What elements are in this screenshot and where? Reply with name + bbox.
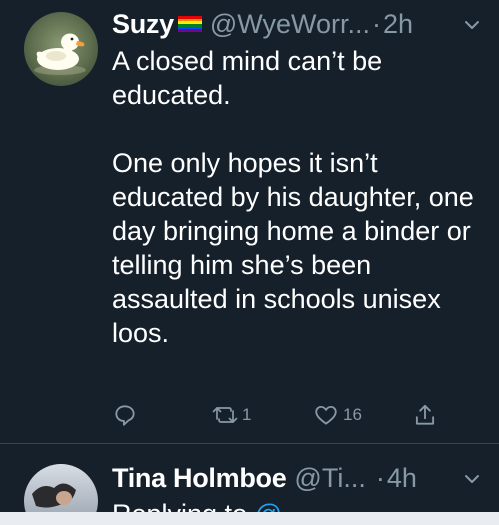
- tweet-card[interactable]: Tina Holmboe @Ti... · 4h Replying to @..…: [0, 444, 499, 512]
- reply-icon: [115, 405, 135, 426]
- rainbow-flag-emoji: [177, 16, 202, 32]
- retweet-count: 1: [242, 405, 252, 424]
- reply-mention-link[interactable]: @...: [255, 499, 305, 512]
- share-icon: [415, 404, 435, 425]
- reply-button[interactable]: [112, 398, 138, 432]
- tweet-paragraph: One only hopes it isn’t educated by his …: [112, 148, 474, 348]
- handle[interactable]: @Ti...: [294, 463, 365, 494]
- replying-to-line: Replying to @...: [112, 499, 305, 512]
- tweet-header: Tina Holmboe @Ti... · 4h: [112, 460, 483, 496]
- dot-separator: ·: [375, 462, 385, 493]
- avatar[interactable]: [24, 12, 98, 86]
- handle[interactable]: @WyeWorr...: [210, 9, 370, 40]
- display-name[interactable]: Tina Holmboe: [112, 463, 287, 494]
- chevron-down-icon[interactable]: [463, 470, 481, 488]
- retweet-button[interactable]: 1: [211, 398, 251, 432]
- timestamp[interactable]: 4h: [387, 463, 417, 494]
- tweet-header: Suzy @WyeWorr... · 2h: [112, 6, 483, 42]
- retweet-icon: [212, 407, 238, 423]
- tweet-actions: 1 16: [108, 398, 448, 432]
- like-button[interactable]: 16: [313, 398, 362, 432]
- display-name[interactable]: Suzy: [112, 9, 174, 40]
- tweet-text: A closed mind can’t be educated. One onl…: [112, 44, 485, 384]
- share-button[interactable]: [412, 398, 438, 432]
- replying-to-label: Replying to: [112, 499, 247, 512]
- avatar[interactable]: [24, 464, 98, 512]
- timeline: Suzy @WyeWorr... · 2h A closed mind can’…: [0, 0, 499, 512]
- like-count: 16: [343, 405, 362, 424]
- tweet-paragraph: A closed mind can’t be educated.: [112, 46, 383, 110]
- duck-avatar-image: [24, 12, 98, 86]
- heart-icon: [315, 405, 337, 425]
- timestamp[interactable]: 2h: [383, 9, 413, 40]
- tweet-card[interactable]: Suzy @WyeWorr... · 2h A closed mind can’…: [0, 0, 499, 443]
- dot-separator: ·: [372, 8, 382, 39]
- chevron-down-icon[interactable]: [463, 16, 481, 34]
- person-avatar-image: [24, 464, 98, 512]
- bottom-edge: [0, 512, 499, 525]
- flag-stripe: [177, 29, 202, 32]
